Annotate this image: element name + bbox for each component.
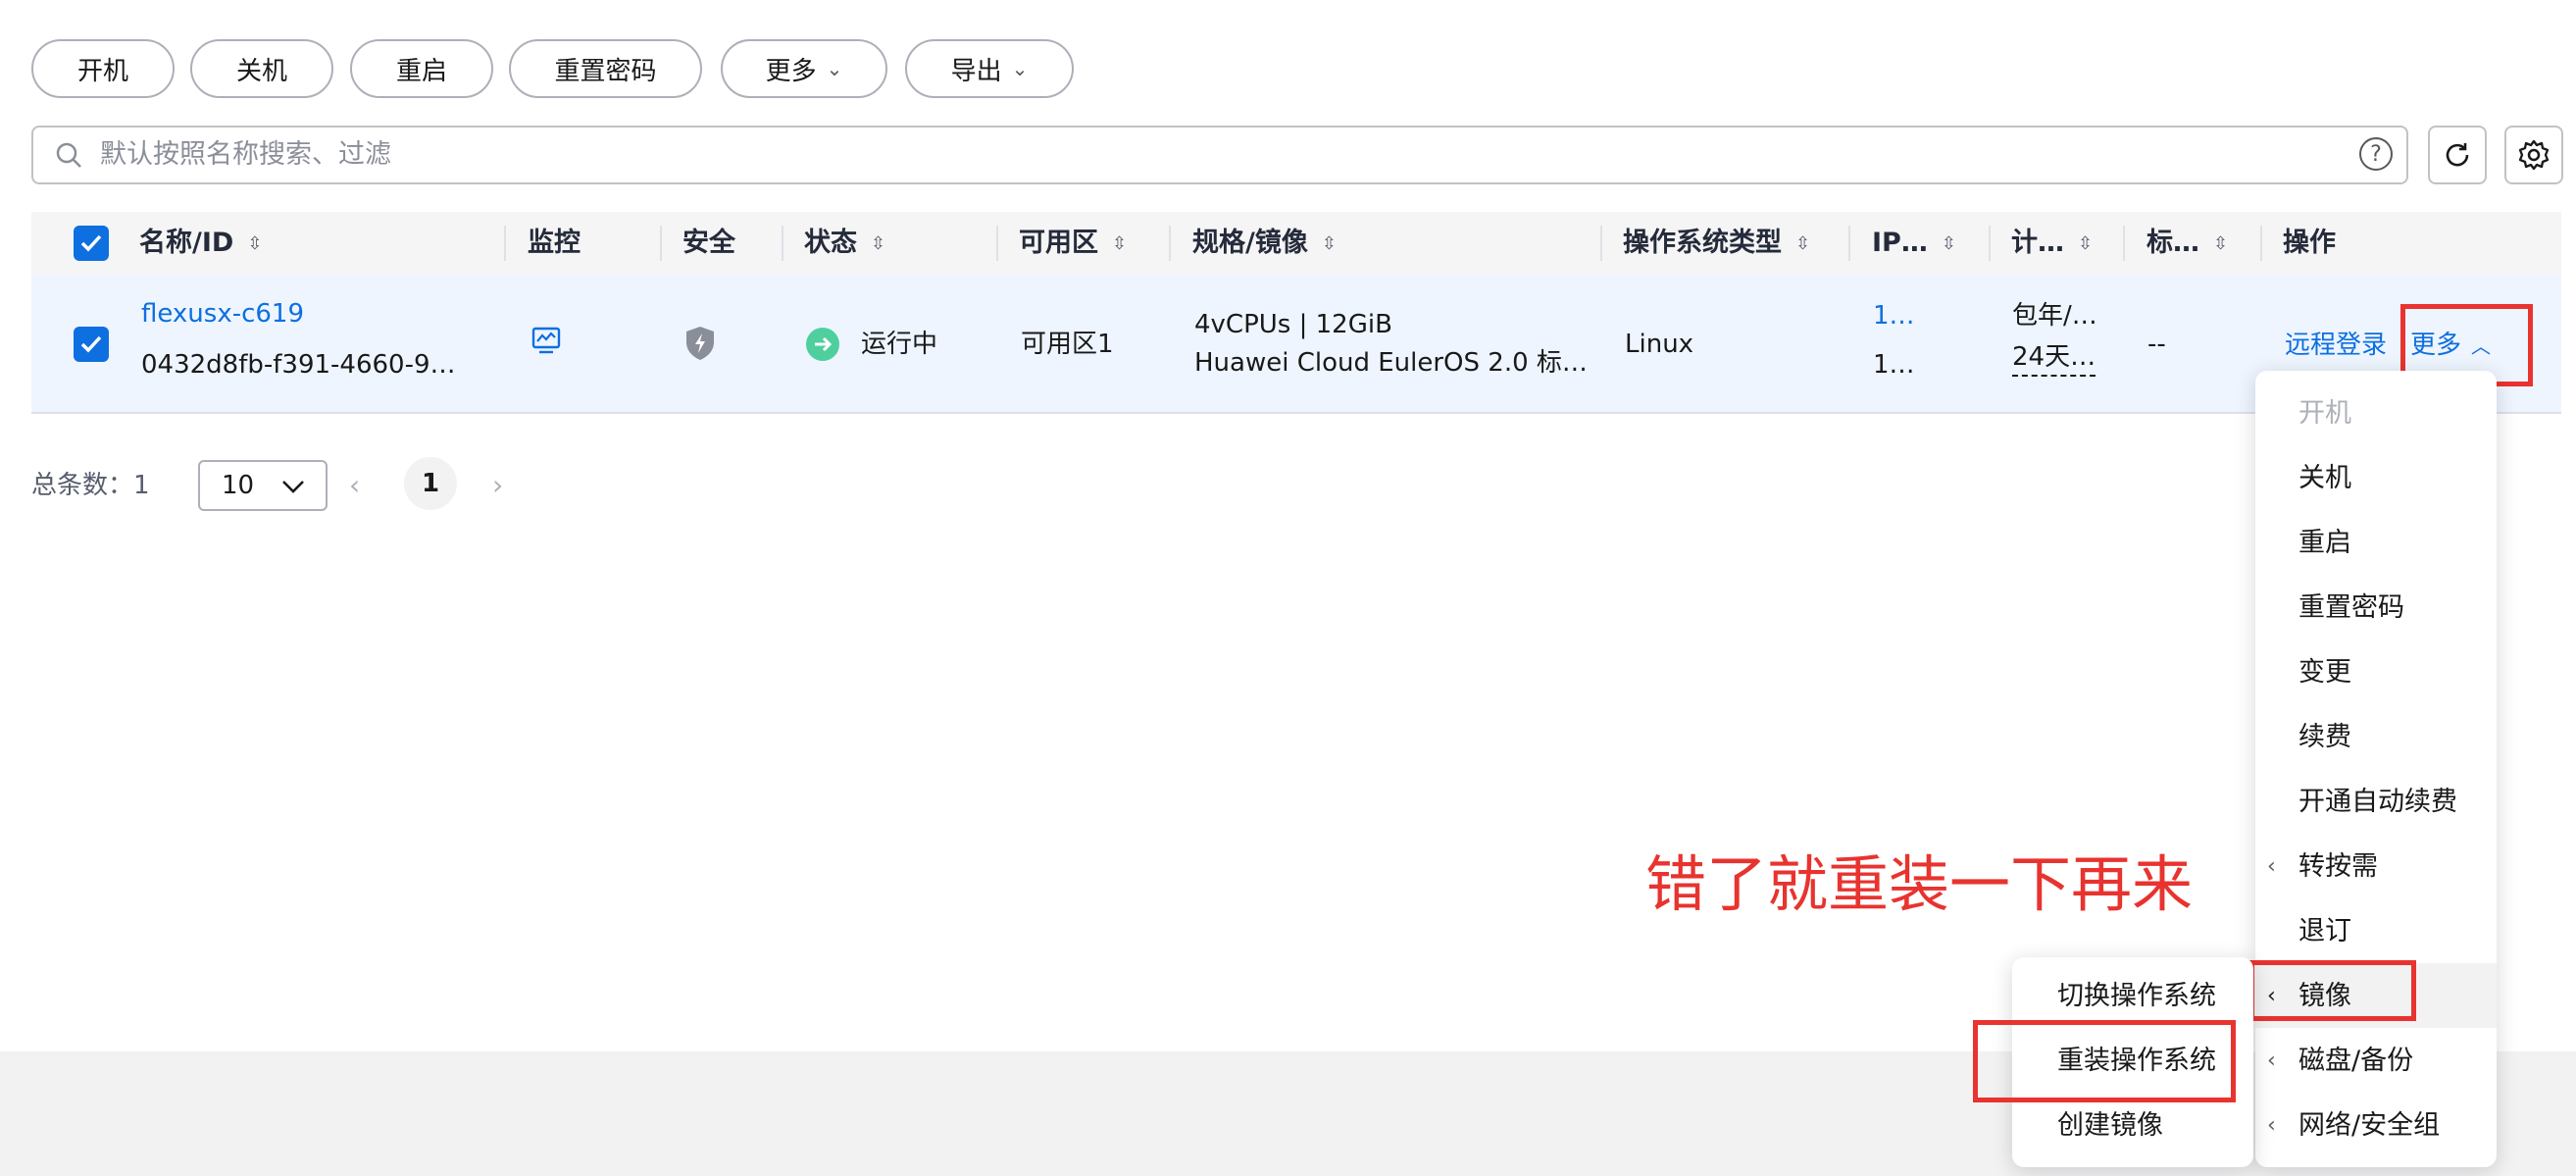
search-placeholder: 默认按照名称搜索、过滤 [100, 139, 391, 170]
export-label: 导出 [950, 56, 1002, 86]
column-divider [1169, 226, 1171, 261]
more-actions-button[interactable]: 更多 ⌄ [721, 39, 887, 98]
menu-item-network-security-group[interactable]: 网络/安全组 [2298, 1106, 2440, 1146]
settings-button[interactable] [2504, 126, 2563, 184]
help-icon[interactable]: ? [2359, 137, 2393, 171]
column-header-monitor: 监控 [528, 228, 581, 258]
export-button[interactable]: 导出 ⌄ [905, 39, 1074, 98]
restart-button[interactable]: 重启 [350, 39, 493, 98]
column-header-ip[interactable]: IP… ⇳ [1872, 212, 1956, 275]
sort-icon: ⇳ [1321, 232, 1337, 254]
column-header-billing[interactable]: 计… ⇳ [2011, 212, 2093, 275]
submenu-item-create-image[interactable]: 创建镜像 [2057, 1106, 2163, 1146]
menu-item-renew[interactable]: 续费 [2298, 718, 2351, 757]
security-shield-icon[interactable] [683, 325, 717, 362]
column-header-os[interactable]: 操作系统类型 ⇳ [1623, 212, 1810, 275]
reset-password-button[interactable]: 重置密码 [509, 39, 702, 98]
column-header-ops: 操作 [2283, 228, 2336, 258]
ip-address-1[interactable]: 1… [1873, 296, 1915, 335]
chevron-left-icon: ‹ [2267, 854, 2276, 879]
running-status-icon [806, 328, 839, 361]
remote-login-link[interactable]: 远程登录 [2285, 326, 2387, 365]
column-header-security: 安全 [682, 228, 735, 258]
refresh-button[interactable] [2428, 126, 2487, 184]
billing-remaining[interactable]: 24天… [2012, 339, 2096, 377]
power-off-label: 关机 [235, 56, 287, 86]
red-annotation-text: 错了就重装一下再来 [1645, 848, 2194, 920]
menu-item-restart[interactable]: 重启 [2298, 524, 2351, 563]
instance-name-link[interactable]: flexusx-c619 [141, 294, 304, 333]
submenu-item-switch-os[interactable]: 切换操作系统 [2057, 977, 2216, 1016]
column-divider [996, 226, 998, 261]
highlight-box-image [2249, 960, 2416, 1021]
os-type-text: Linux [1625, 330, 1694, 359]
column-divider [1848, 226, 1850, 261]
monitor-icon[interactable] [531, 326, 561, 355]
page-size-select[interactable]: 10 [198, 460, 328, 511]
column-divider [1600, 226, 1602, 261]
select-all-checkbox[interactable] [74, 226, 109, 261]
column-divider [1989, 226, 1991, 261]
chevron-left-icon: ‹ [2267, 1113, 2276, 1138]
instance-id: 0432d8fb-f391-4660-9… [141, 350, 456, 380]
highlight-box-reinstall [1973, 1020, 2236, 1102]
menu-item-reset-password[interactable]: 重置密码 [2298, 588, 2404, 628]
restart-label: 重启 [395, 56, 447, 86]
power-on-label: 开机 [76, 56, 128, 86]
column-divider [660, 226, 662, 261]
chevron-down-icon: ⌄ [1011, 57, 1029, 80]
menu-item-disk-backup[interactable]: 磁盘/备份 [2298, 1042, 2413, 1081]
menu-item-auto-renew[interactable]: 开通自动续费 [2298, 783, 2457, 822]
refresh-icon [2446, 143, 2469, 167]
sort-icon: ⇳ [247, 232, 263, 254]
status-text: 运行中 [861, 330, 938, 359]
more-actions-label: 更多 [765, 56, 817, 86]
page-size-value: 10 [222, 471, 255, 500]
ip-address-2: 1… [1873, 350, 1915, 380]
sort-icon: ⇳ [1795, 232, 1811, 254]
column-header-status[interactable]: 状态 ⇳ [804, 212, 885, 275]
zone-text: 可用区1 [1021, 330, 1114, 359]
column-divider [782, 226, 783, 261]
menu-item-unsubscribe[interactable]: 退订 [2298, 912, 2351, 951]
column-header-name[interactable]: 名称/ID ⇳ [139, 212, 262, 275]
column-header-spec[interactable]: 规格/镜像 ⇳ [1192, 212, 1337, 275]
sort-icon: ⇳ [1941, 232, 1956, 254]
power-off-button[interactable]: 关机 [190, 39, 333, 98]
page-number-current[interactable]: 1 [404, 457, 457, 510]
menu-item-modify[interactable]: 变更 [2298, 653, 2351, 692]
row-checkbox[interactable] [74, 327, 109, 362]
menu-item-switch-to-on-demand[interactable]: 转按需 [2298, 847, 2378, 887]
chevron-down-icon [282, 481, 304, 493]
image-text: Huawei Cloud EulerOS 2.0 标… [1194, 348, 1588, 378]
column-divider [2260, 226, 2262, 261]
sort-icon: ⇳ [1112, 232, 1128, 254]
prev-page-icon[interactable]: ‹ [349, 466, 360, 505]
spec-text: 4vCPUs | 12GiB [1194, 310, 1392, 339]
column-divider [504, 226, 506, 261]
sort-icon: ⇳ [2078, 232, 2094, 254]
column-header-zone[interactable]: 可用区 ⇳ [1019, 212, 1127, 275]
billing-mode: 包年/… [2012, 301, 2097, 331]
search-icon [56, 142, 81, 168]
power-on-button[interactable]: 开机 [31, 39, 175, 98]
chevron-down-icon: ⌄ [826, 57, 843, 80]
reset-password-label: 重置密码 [554, 56, 657, 86]
gear-icon [2518, 139, 2550, 171]
tag-text: -- [2147, 330, 2166, 359]
column-header-tag[interactable]: 标… ⇳ [2147, 212, 2228, 275]
menu-item-power-on[interactable]: 开机 [2298, 394, 2351, 434]
sort-icon: ⇳ [2213, 232, 2229, 254]
total-count: 总条数：1 [31, 471, 150, 500]
column-divider [2123, 226, 2125, 261]
next-page-icon[interactable]: › [492, 466, 503, 505]
sort-icon: ⇳ [871, 232, 886, 254]
chevron-left-icon: ‹ [2267, 1048, 2276, 1073]
menu-item-power-off[interactable]: 关机 [2298, 459, 2351, 498]
